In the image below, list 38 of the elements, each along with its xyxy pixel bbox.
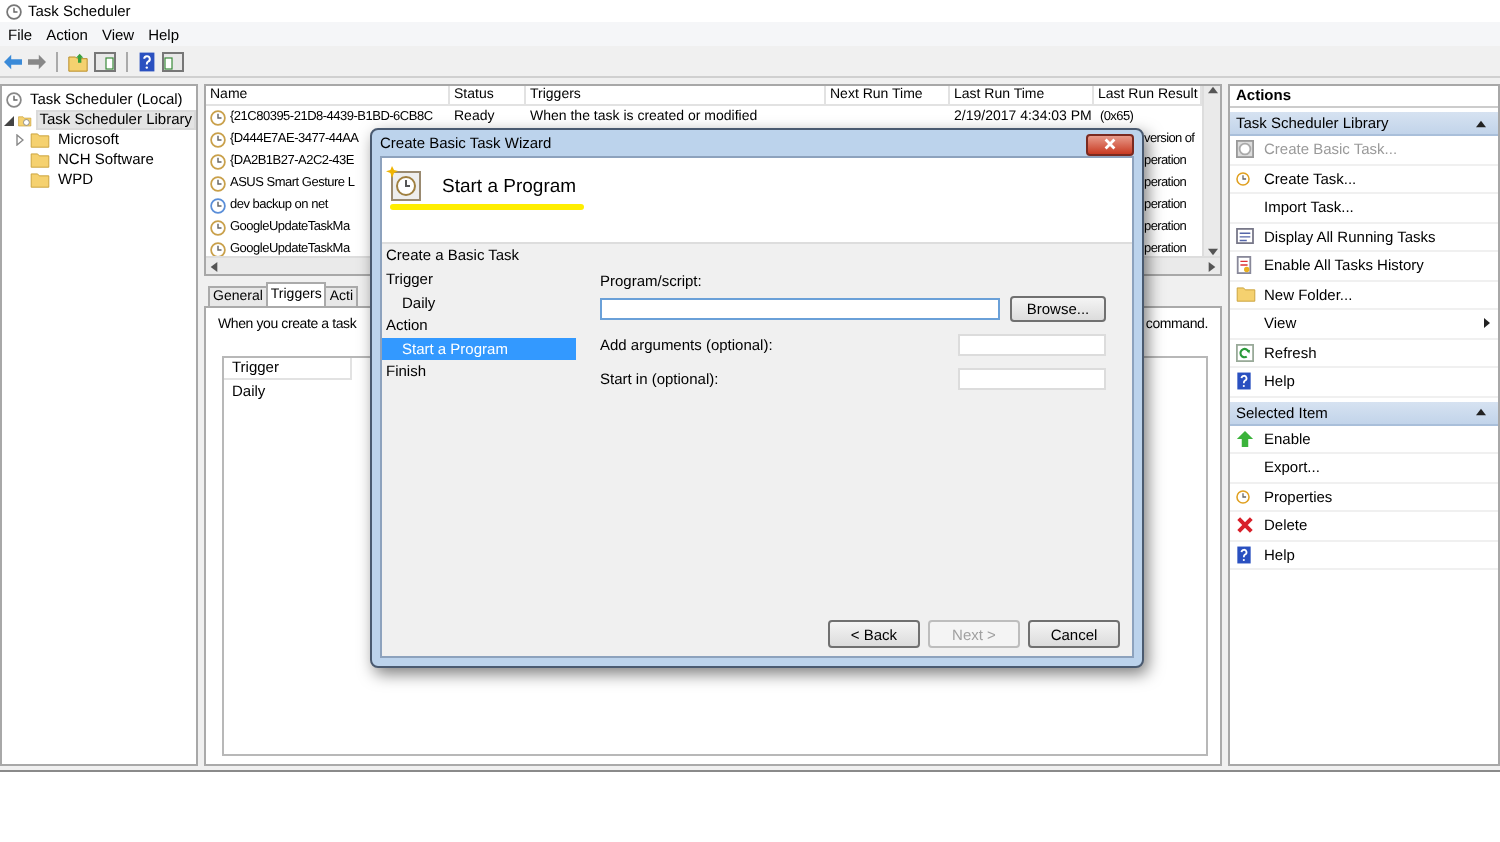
collapse-icon[interactable] [1476,408,1486,416]
scroll-left-icon[interactable] [210,261,218,271]
help-icon [1236,545,1252,564]
expanded-arrow-icon[interactable] [3,115,13,125]
clock-icon [210,131,226,147]
forward-icon[interactable] [28,53,46,69]
scroll-right-icon[interactable] [1208,261,1216,271]
clock-icon [210,109,226,125]
list-icon [1236,228,1254,245]
back-icon[interactable] [4,53,22,69]
clock-icon [210,197,226,213]
help-icon[interactable] [138,51,156,71]
clock-icon [6,92,22,108]
scroll-up-icon[interactable] [1207,86,1217,94]
folder-icon [1236,286,1256,303]
refresh-icon [1236,343,1254,362]
folder-clock-icon [18,111,32,129]
collapsed-arrow-icon[interactable] [16,134,24,146]
clock-icon [1236,489,1250,504]
history-icon [1236,256,1252,275]
clock-icon [210,241,226,257]
input-field[interactable] [600,298,1000,320]
wizard-heading: Start a Program [442,176,577,198]
collapse-icon[interactable] [1476,119,1486,127]
wizard-icon [1236,140,1254,159]
clock-icon [210,175,226,191]
help-icon [1236,372,1252,391]
panel-icon[interactable] [94,51,116,71]
close-button[interactable] [1086,133,1134,155]
panel-icon[interactable] [162,51,184,71]
close-icon [1104,138,1116,150]
vertical-scrollbar[interactable] [1202,86,1220,256]
up-arrow-icon [1236,429,1254,448]
clock-icon [1236,171,1250,186]
delete-icon [1236,516,1254,535]
clock-icon [210,153,226,169]
clock-icon [210,219,226,235]
folder-up-icon[interactable] [68,51,88,71]
